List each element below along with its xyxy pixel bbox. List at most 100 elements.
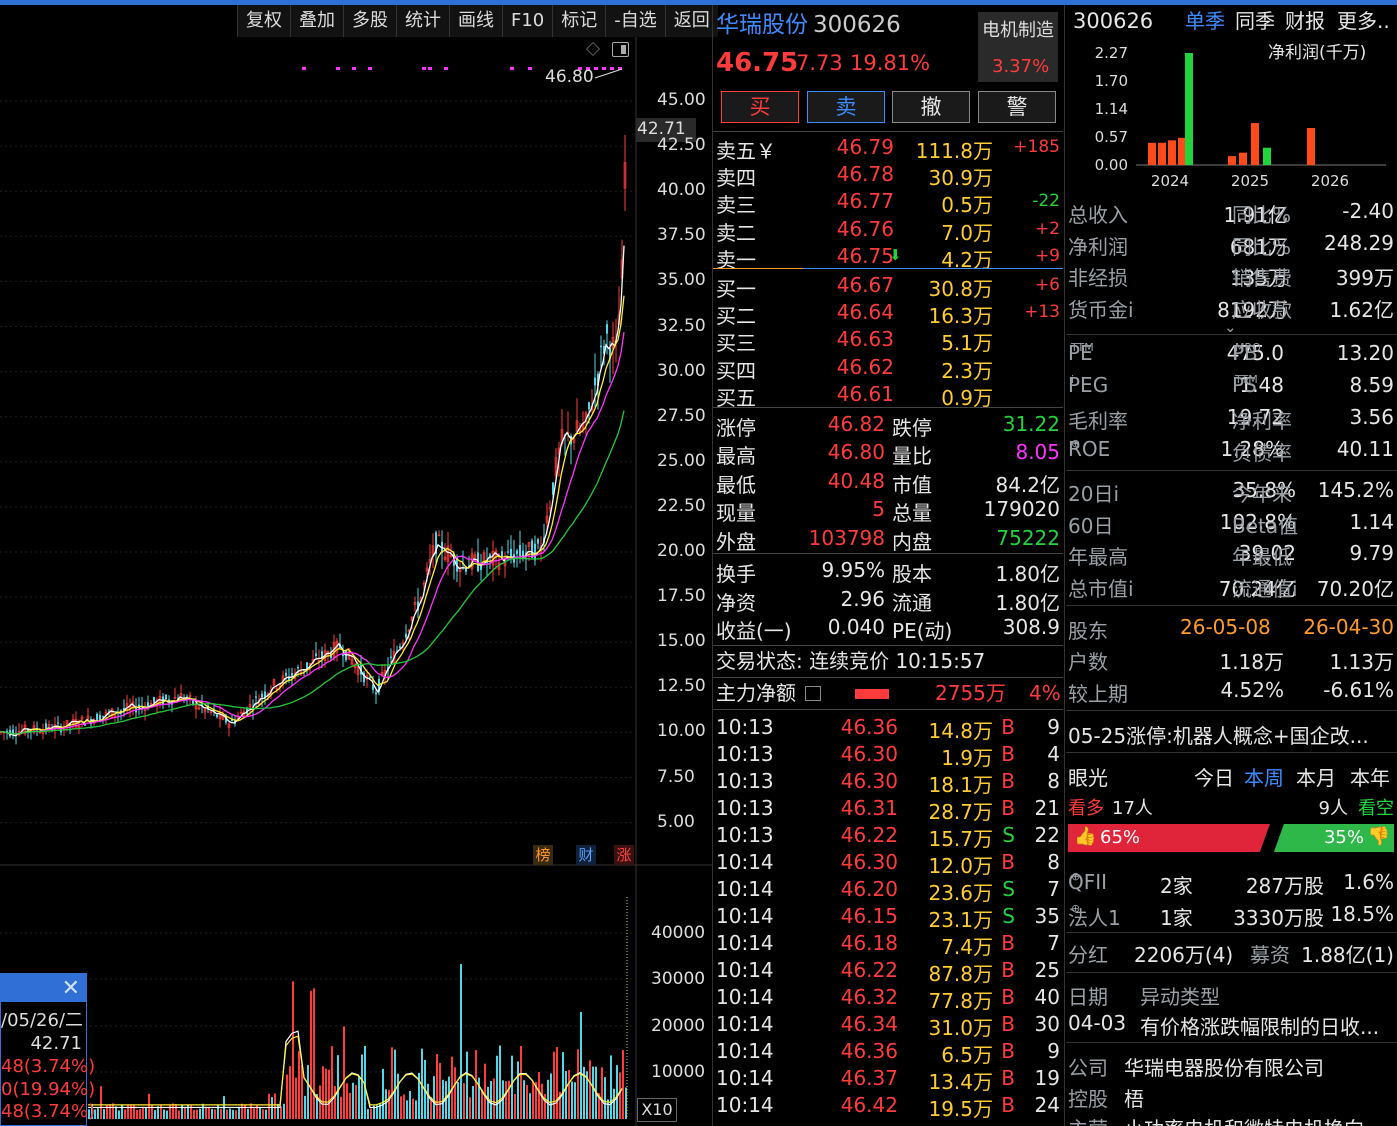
- toolbar-zixuan[interactable]: -自选: [605, 5, 665, 37]
- vision-tab-today[interactable]: 今日: [1194, 762, 1234, 791]
- toolbar-diejia[interactable]: 叠加: [290, 5, 343, 37]
- divider: [713, 407, 1063, 408]
- bids-row-2[interactable]: 买二 46.64 16.3万 +13: [716, 300, 1062, 328]
- tick-row[interactable]: 10:14 46.36 6.5万 B 9: [716, 1039, 1062, 1067]
- volume-bar: [337, 1055, 339, 1119]
- cancel-button[interactable]: 撤: [892, 91, 970, 123]
- alert-button[interactable]: 警: [978, 91, 1056, 123]
- stat-row: 外盘 103798 内盘 75222: [716, 526, 1062, 554]
- tick-row[interactable]: 10:14 46.32 77.8万 B 40: [716, 985, 1062, 1013]
- panel-toggle-icon[interactable]: [612, 42, 629, 57]
- stock-name[interactable]: 华瑞股份: [716, 14, 808, 37]
- performance-row: 年最高 39.02 年最低 9.79: [1068, 541, 1394, 571]
- tick-side: S: [1002, 877, 1015, 901]
- toolbar-biaoji[interactable]: 标记: [552, 5, 605, 37]
- fin-label: 总收入: [1068, 203, 1128, 227]
- tick-row[interactable]: 10:14 46.20 23.6万 S 7: [716, 877, 1062, 905]
- divider: [1066, 710, 1397, 711]
- tick-count: 22: [1034, 823, 1060, 847]
- sector-pct: 3.37%: [992, 56, 1050, 77]
- volume-bar: [112, 1103, 114, 1119]
- bids-row-3[interactable]: 买三 46.63 5.1万: [716, 327, 1062, 355]
- bids-row-1[interactable]: 买一 46.67 30.8万 +6: [716, 273, 1062, 301]
- tick-row[interactable]: 10:14 46.37 13.4万 B 19: [716, 1066, 1062, 1094]
- price-tick-label: 17.50: [657, 586, 706, 607]
- holders-row: 户数 1.18万 1.13万: [1068, 646, 1394, 676]
- tick-row[interactable]: 10:13 46.30 18.1万 B 8: [716, 769, 1062, 797]
- kline-chart[interactable]: [0, 37, 712, 1126]
- volume-bar: [259, 1106, 261, 1119]
- tick-row[interactable]: 10:14 46.30 12.0万 B 8: [716, 850, 1062, 878]
- badge-rank[interactable]: 榜: [533, 845, 553, 865]
- toolbar-duogu[interactable]: 多股: [343, 5, 396, 37]
- volume-bar: [349, 1092, 351, 1119]
- volume-bar: [574, 1082, 576, 1119]
- toolbar-tongji[interactable]: 统计: [396, 5, 449, 37]
- stat-value: 1.80亿: [995, 590, 1060, 615]
- bull-bar[interactable]: 👍 65%: [1068, 824, 1270, 852]
- asks-level-label: 卖三: [716, 193, 756, 218]
- asks-row-4[interactable]: 卖二 46.76 7.0万 +2: [716, 217, 1062, 245]
- vision-tab-year[interactable]: 本年: [1350, 762, 1390, 791]
- fin-y-label: 0.00: [1095, 156, 1128, 174]
- bear-bar[interactable]: 35% 👎: [1273, 824, 1394, 852]
- fin-label-text: 净利率: [1232, 409, 1292, 433]
- asks-price: 46.75: [836, 243, 894, 268]
- tick-side: B: [1001, 796, 1015, 820]
- bids-row-4[interactable]: 买四 46.62 2.3万: [716, 355, 1062, 383]
- event-row: 04-03 有价格涨跌幅限制的日收...: [1068, 1011, 1394, 1041]
- vision-tab-week[interactable]: 本周: [1244, 762, 1284, 791]
- asks-level-label: 卖二: [716, 220, 756, 245]
- tick-time: 10:14: [716, 1039, 774, 1063]
- asks-row-3[interactable]: 卖三 46.77 0.5万 -22: [716, 189, 1062, 218]
- volume-bar: [385, 1089, 387, 1119]
- tick-row[interactable]: 10:14 46.34 31.0万 B 30: [716, 1012, 1062, 1040]
- tick-row[interactable]: 10:14 46.42 19.5万 B 24: [716, 1093, 1062, 1121]
- toolbar-huaxian[interactable]: 画线: [449, 5, 502, 37]
- vision-tab-month[interactable]: 本月: [1296, 762, 1336, 791]
- tab-report[interactable]: 财报: [1285, 11, 1325, 31]
- asks-row-2[interactable]: 卖四 46.78 30.9万: [716, 162, 1062, 190]
- tick-volume: 23.6万: [928, 881, 993, 905]
- tick-price: 46.36: [840, 1039, 898, 1063]
- performance-row: 总市值i 70.24亿 流通值i 70.20亿: [1068, 573, 1394, 603]
- tick-row[interactable]: 10:14 46.22 87.8万 B 25: [716, 958, 1062, 986]
- toolbar-f10[interactable]: F10: [502, 5, 552, 37]
- tab-same-quarter[interactable]: 同季: [1235, 11, 1275, 31]
- price-tick-label: 35.00: [657, 270, 706, 291]
- volume-bar: [205, 1106, 207, 1119]
- close-icon[interactable]: ✕: [62, 976, 80, 1001]
- chevron-down-icon[interactable]: ⌄: [1224, 320, 1237, 335]
- tick-row[interactable]: 10:13 46.36 14.8万 B 9: [716, 715, 1062, 743]
- tick-price: 46.30: [840, 742, 898, 766]
- candle-body: [606, 324, 608, 334]
- news-headline[interactable]: 05-25涨停:机器人概念+国企改...: [1068, 720, 1369, 749]
- stat-label: 总量: [892, 501, 932, 526]
- toolbar-fuquan[interactable]: 复权: [237, 5, 290, 37]
- net-profit-chart: 2.27 1.70 1.14 0.57 0.00 2024 2025 2026: [1095, 44, 1386, 190]
- volume-bar: [310, 990, 312, 1119]
- buy-button[interactable]: 买: [721, 91, 799, 123]
- tick-row[interactable]: 10:13 46.22 15.7万 S 22: [716, 823, 1062, 851]
- sell-button[interactable]: 卖: [807, 91, 885, 123]
- tick-row[interactable]: 10:14 46.18 7.4万 B 7: [716, 931, 1062, 959]
- volume-bar: [382, 1068, 384, 1119]
- tick-row[interactable]: 10:13 46.31 28.7万 B 21: [716, 796, 1062, 824]
- tab-more[interactable]: 更多..: [1337, 11, 1390, 31]
- tick-price: 46.22: [840, 958, 898, 982]
- tick-row[interactable]: 10:14 46.15 23.1万 S 35: [716, 904, 1062, 932]
- tab-single-quarter[interactable]: 单季: [1185, 11, 1225, 31]
- fin-label: 公司: [1068, 1056, 1108, 1080]
- tick-row[interactable]: 10:13 46.30 1.9万 B 4: [716, 742, 1062, 770]
- divider: [1066, 972, 1397, 973]
- bids-row-5[interactable]: 买五 46.61 0.9万: [716, 382, 1062, 410]
- sector-box[interactable]: 电机制造 3.37%: [978, 12, 1058, 82]
- badge-finance[interactable]: 财: [576, 845, 596, 865]
- bear-count: 9人: [1318, 798, 1348, 819]
- event-text[interactable]: 有价格涨跌幅限制的日收...: [1140, 1011, 1379, 1040]
- toolbar-back[interactable]: 返回: [664, 5, 718, 37]
- menu-icon[interactable]: [805, 686, 821, 701]
- tick-volume: 7.4万: [941, 935, 993, 959]
- badge-limit-up[interactable]: 涨: [614, 845, 634, 865]
- asks-row-1[interactable]: 卖五￥ 46.79 111.8万 +185: [716, 135, 1062, 163]
